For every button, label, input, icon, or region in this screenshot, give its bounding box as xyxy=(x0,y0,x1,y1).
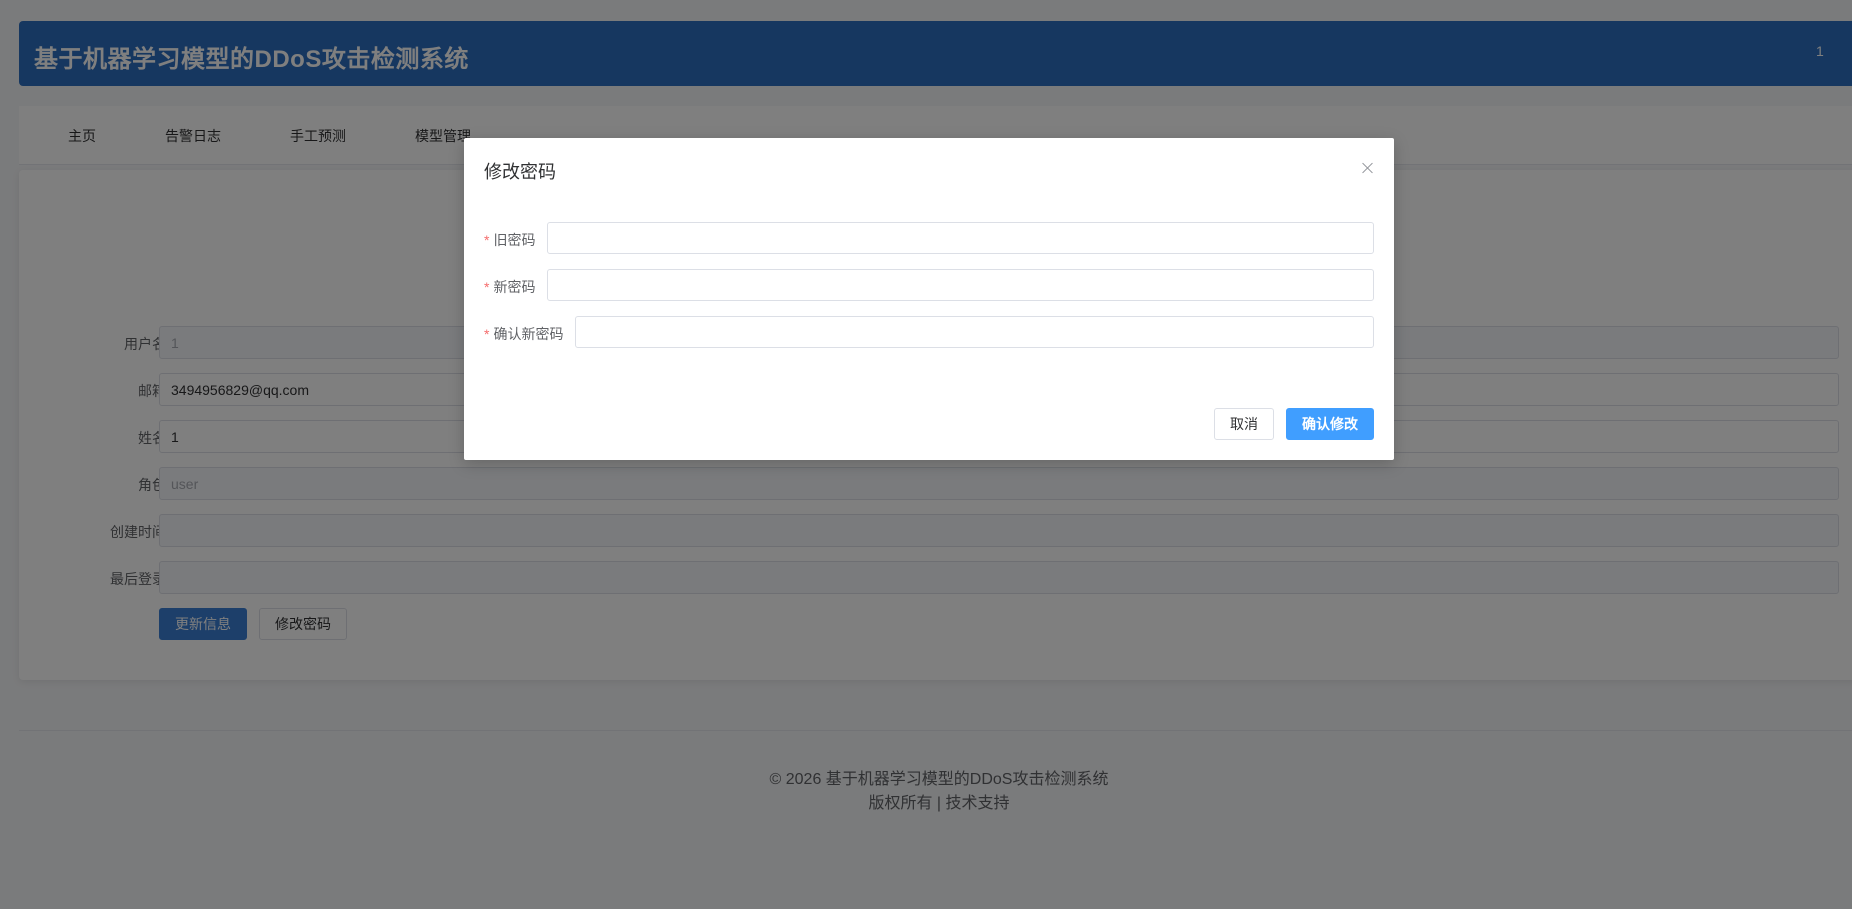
required-marker: * xyxy=(484,326,490,342)
old-password-input[interactable] xyxy=(547,222,1374,254)
old-password-label: * 旧密码 xyxy=(484,230,535,250)
close-icon[interactable] xyxy=(1360,160,1376,176)
dialog-row-old-password: * 旧密码 xyxy=(484,222,1374,254)
dialog-row-new-password: * 新密码 xyxy=(484,269,1374,301)
cancel-button[interactable]: 取消 xyxy=(1214,408,1274,440)
new-password-label-text: 新密码 xyxy=(493,279,536,295)
confirm-password-input[interactable] xyxy=(575,316,1374,348)
confirm-password-label-text: 确认新密码 xyxy=(493,326,564,342)
dialog-title: 修改密码 xyxy=(484,162,556,182)
new-password-input[interactable] xyxy=(547,269,1374,301)
old-password-label-text: 旧密码 xyxy=(493,232,536,248)
confirm-change-button[interactable]: 确认修改 xyxy=(1286,408,1374,440)
confirm-password-label: * 确认新密码 xyxy=(484,324,563,344)
new-password-label: * 新密码 xyxy=(484,277,535,297)
required-marker: * xyxy=(484,279,490,295)
change-password-dialog: 修改密码 * 旧密码 * 新密码 * 确认新密码 取消 确认修改 xyxy=(464,138,1394,460)
dialog-row-confirm-password: * 确认新密码 xyxy=(484,316,1374,348)
required-marker: * xyxy=(484,232,490,248)
